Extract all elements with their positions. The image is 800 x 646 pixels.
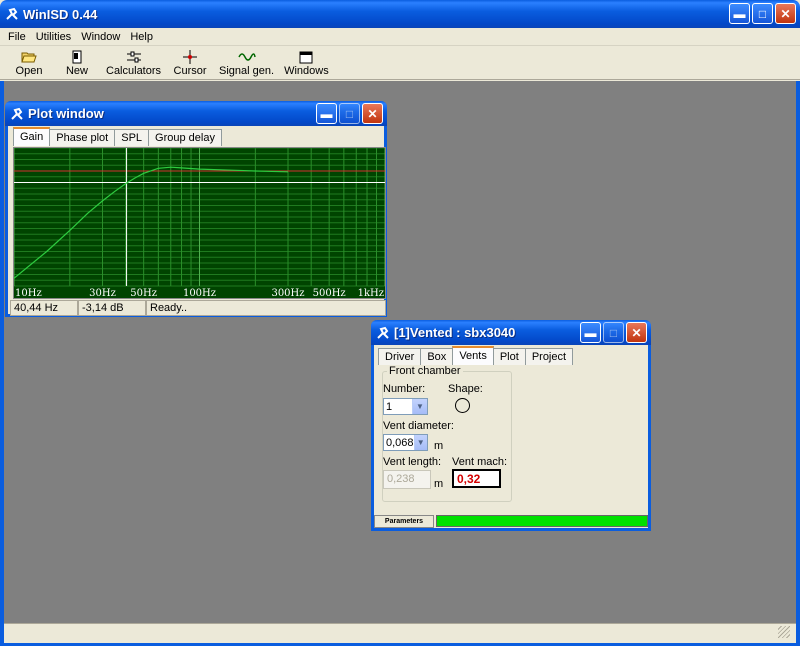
window-frame-right bbox=[796, 81, 800, 646]
menu-file[interactable]: File bbox=[3, 31, 31, 43]
calculators-button[interactable]: Calculators bbox=[106, 46, 161, 79]
vented-window-title: [1]Vented : sbx3040 bbox=[394, 325, 516, 340]
close-icon: ✕ bbox=[367, 106, 378, 121]
minimize-icon: ▬ bbox=[320, 106, 333, 121]
vented-close-button[interactable]: ✕ bbox=[626, 322, 647, 343]
vented-maximize-button[interactable]: □ bbox=[603, 322, 624, 343]
vent-diameter-select[interactable]: 0,068 ▼ bbox=[383, 434, 428, 451]
tab-group-delay[interactable]: Group delay bbox=[148, 129, 222, 146]
chevron-down-icon[interactable]: ▼ bbox=[412, 399, 427, 414]
vent-length-field[interactable]: 0,238 bbox=[383, 470, 431, 489]
vent-number-select[interactable]: 1 ▼ bbox=[383, 398, 428, 415]
menu-help[interactable]: Help bbox=[125, 31, 158, 43]
x-tick-label: 30Hz bbox=[89, 288, 116, 298]
calculator-icon bbox=[126, 50, 142, 64]
new-document-icon bbox=[71, 50, 83, 64]
plot-close-button[interactable]: ✕ bbox=[362, 103, 383, 124]
parameters-tab[interactable]: Parameters bbox=[374, 515, 434, 528]
plot-window-title: Plot window bbox=[28, 106, 104, 121]
tab-box[interactable]: Box bbox=[420, 348, 454, 365]
minimize-icon: ▬ bbox=[584, 325, 597, 340]
number-label: Number: bbox=[383, 383, 426, 395]
tab-gain[interactable]: Gain bbox=[13, 127, 51, 146]
x-tick-label: 500Hz bbox=[313, 288, 346, 298]
vent-number-value: 1 bbox=[386, 400, 393, 413]
plot-status-bar: 40,44 Hz -3,14 dB Ready.. bbox=[10, 300, 386, 316]
status-frequency: 40,44 Hz bbox=[10, 300, 78, 316]
status-message: Ready.. bbox=[146, 300, 386, 316]
x-tick-label: 10Hz bbox=[15, 288, 42, 298]
winisd-app-icon bbox=[5, 7, 19, 21]
maximize-icon: □ bbox=[609, 325, 618, 340]
x-tick-label: 50Hz bbox=[130, 288, 157, 298]
shape-label: Shape: bbox=[448, 383, 483, 395]
x-tick-label: 1kHz bbox=[358, 288, 384, 298]
close-button[interactable]: ✕ bbox=[775, 3, 796, 24]
tab-vents[interactable]: Vents bbox=[452, 346, 494, 365]
front-chamber-title: Front chamber bbox=[387, 365, 463, 377]
tab-driver[interactable]: Driver bbox=[378, 348, 422, 365]
close-icon: ✕ bbox=[780, 6, 791, 21]
progress-bar bbox=[436, 515, 648, 527]
gain-plot[interactable]: 10Hz 30Hz 50Hz 100Hz 300Hz 500Hz 1kHz bbox=[13, 147, 386, 299]
chevron-down-icon[interactable]: ▼ bbox=[413, 435, 427, 450]
windows-button[interactable]: Windows bbox=[284, 46, 329, 79]
maximize-icon: □ bbox=[345, 106, 354, 121]
vented-bottom-bar: Parameters bbox=[374, 515, 648, 528]
signal-gen-button[interactable]: Signal gen. bbox=[219, 46, 274, 79]
plot-minimize-button[interactable]: ▬ bbox=[316, 103, 337, 124]
gain-plot-svg[interactable]: 10Hz 30Hz 50Hz 100Hz 300Hz 500Hz 1kHz bbox=[13, 147, 386, 299]
minimize-button[interactable]: ▬ bbox=[729, 3, 750, 24]
vented-window-icon bbox=[376, 326, 390, 340]
new-button[interactable]: New bbox=[58, 46, 96, 79]
vented-box-window: [1]Vented : sbx3040 ▬ □ ✕ Driver Box Ven… bbox=[371, 320, 651, 531]
toolbar: Open New Calculators Cursor Signal gen. … bbox=[0, 46, 800, 80]
vented-tabs: Driver Box Vents Plot Project bbox=[378, 346, 574, 365]
plot-window: Plot window ▬ □ ✕ Gain Phase plot SPL Gr… bbox=[5, 101, 387, 317]
x-tick-label: 300Hz bbox=[271, 288, 304, 298]
tab-spl[interactable]: SPL bbox=[114, 129, 150, 146]
vent-mach-field: 0,32 bbox=[452, 469, 501, 488]
maximize-icon: □ bbox=[758, 6, 767, 21]
app-title: WinISD 0.44 bbox=[23, 6, 98, 22]
tab-phase-plot[interactable]: Phase plot bbox=[49, 129, 116, 146]
menu-utilities[interactable]: Utilities bbox=[31, 31, 76, 43]
vent-length-unit: m bbox=[434, 478, 444, 490]
minimize-icon: ▬ bbox=[733, 6, 746, 21]
plot-window-title-bar[interactable]: Plot window ▬ □ ✕ bbox=[5, 101, 387, 126]
main-title-bar[interactable]: WinISD 0.44 ▬ □ ✕ bbox=[0, 0, 800, 28]
menu-window[interactable]: Window bbox=[76, 31, 125, 43]
tab-project[interactable]: Project bbox=[524, 348, 574, 365]
menu-bar: File Utilities Window Help bbox=[0, 28, 800, 46]
maximize-button[interactable]: □ bbox=[752, 3, 773, 24]
vent-diameter-value: 0,068 bbox=[386, 436, 414, 449]
vent-shape-circle-icon[interactable] bbox=[455, 398, 470, 413]
resize-grip-icon[interactable] bbox=[778, 626, 790, 638]
vent-diameter-label: Vent diameter: bbox=[383, 420, 454, 432]
vent-mach-label: Vent mach: bbox=[452, 456, 508, 468]
tab-plot[interactable]: Plot bbox=[492, 348, 526, 365]
status-value: -3,14 dB bbox=[78, 300, 146, 316]
plot-tabs: Gain Phase plot SPL Group delay bbox=[13, 127, 222, 146]
vented-window-title-bar[interactable]: [1]Vented : sbx3040 ▬ □ ✕ bbox=[371, 320, 651, 345]
main-status-bar bbox=[4, 623, 796, 643]
plot-maximize-button[interactable]: □ bbox=[339, 103, 360, 124]
vent-diameter-unit: m bbox=[434, 440, 444, 452]
cursor-crosshair-icon bbox=[183, 50, 198, 64]
vented-minimize-button[interactable]: ▬ bbox=[580, 322, 601, 343]
vent-length-label: Vent length: bbox=[383, 456, 442, 468]
folder-open-icon bbox=[21, 50, 37, 64]
cursor-button[interactable]: Cursor bbox=[171, 46, 209, 79]
open-button[interactable]: Open bbox=[10, 46, 48, 79]
window-icon bbox=[299, 50, 313, 64]
sine-wave-icon bbox=[237, 50, 256, 64]
plot-window-icon bbox=[10, 107, 24, 121]
close-icon: ✕ bbox=[631, 325, 642, 340]
x-tick-label: 100Hz bbox=[183, 288, 216, 298]
